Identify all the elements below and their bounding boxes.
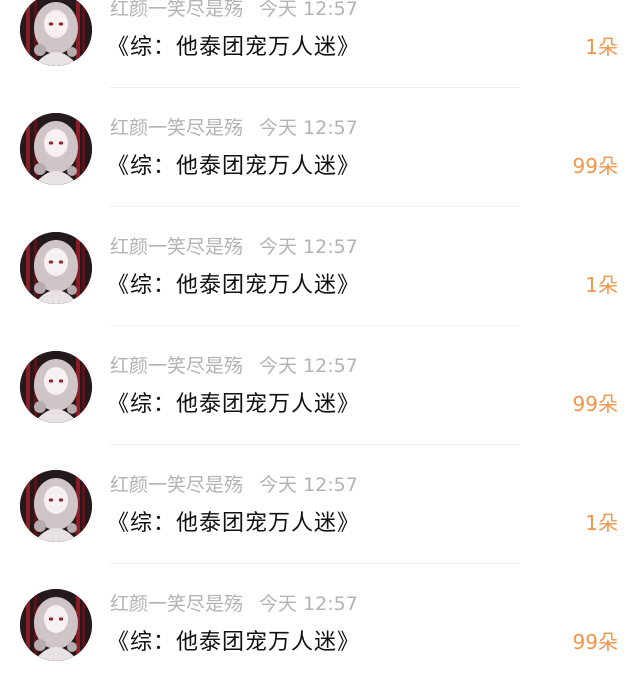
flower-count: 1朵: [585, 273, 618, 297]
message-time: 今天 12:57: [259, 593, 358, 615]
message-time: 今天 12:57: [259, 0, 358, 20]
list-item[interactable]: 红颜一笑尽是殇 今天 12:57 《综：他泰团宠万人迷》 99朵: [0, 88, 640, 207]
flower-count: 99朵: [572, 154, 618, 178]
message-list: 红颜一笑尽是殇 今天 12:57 《综：他泰团宠万人迷》 1朵 红颜一笑尽是殇 …: [0, 0, 640, 683]
avatar[interactable]: [20, 0, 92, 66]
message-title[interactable]: 《综：他泰团宠万人迷》: [107, 148, 360, 180]
avatar[interactable]: [20, 589, 92, 661]
sender-name: 红颜一笑尽是殇: [110, 0, 244, 20]
flower-count: 1朵: [585, 35, 618, 59]
avatar[interactable]: [20, 470, 92, 542]
list-item[interactable]: 红颜一笑尽是殇 今天 12:57 《综：他泰团宠万人迷》 1朵: [0, 445, 640, 564]
sender-line: 红颜一笑尽是殇 今天 12:57: [110, 113, 358, 140]
message-time: 今天 12:57: [259, 474, 358, 496]
sender-name: 红颜一笑尽是殇: [110, 236, 244, 258]
flower-count: 99朵: [572, 630, 618, 654]
message-time: 今天 12:57: [259, 117, 358, 139]
message-title[interactable]: 《综：他泰团宠万人迷》: [107, 505, 360, 537]
sender-line: 红颜一笑尽是殇 今天 12:57: [110, 470, 358, 497]
sender-name: 红颜一笑尽是殇: [110, 355, 244, 377]
list-item[interactable]: 红颜一笑尽是殇 今天 12:57 《综：他泰团宠万人迷》 99朵: [0, 564, 640, 683]
sender-name: 红颜一笑尽是殇: [110, 593, 244, 615]
flower-count: 99朵: [572, 392, 618, 416]
sender-line: 红颜一笑尽是殇 今天 12:57: [110, 351, 358, 378]
avatar[interactable]: [20, 232, 92, 304]
sender-line: 红颜一笑尽是殇 今天 12:57: [110, 589, 358, 616]
list-item[interactable]: 红颜一笑尽是殇 今天 12:57 《综：他泰团宠万人迷》 99朵: [0, 326, 640, 445]
message-title[interactable]: 《综：他泰团宠万人迷》: [107, 267, 360, 299]
sender-line: 红颜一笑尽是殇 今天 12:57: [110, 0, 358, 21]
avatar[interactable]: [20, 351, 92, 423]
message-title[interactable]: 《综：他泰团宠万人迷》: [107, 624, 360, 656]
flower-count: 1朵: [585, 511, 618, 535]
avatar[interactable]: [20, 113, 92, 185]
message-title[interactable]: 《综：他泰团宠万人迷》: [107, 29, 360, 61]
list-item[interactable]: 红颜一笑尽是殇 今天 12:57 《综：他泰团宠万人迷》 1朵: [0, 0, 640, 88]
message-title[interactable]: 《综：他泰团宠万人迷》: [107, 386, 360, 418]
sender-name: 红颜一笑尽是殇: [110, 474, 244, 496]
message-time: 今天 12:57: [259, 236, 358, 258]
message-time: 今天 12:57: [259, 355, 358, 377]
sender-name: 红颜一笑尽是殇: [110, 117, 244, 139]
list-item[interactable]: 红颜一笑尽是殇 今天 12:57 《综：他泰团宠万人迷》 1朵: [0, 207, 640, 326]
sender-line: 红颜一笑尽是殇 今天 12:57: [110, 232, 358, 259]
